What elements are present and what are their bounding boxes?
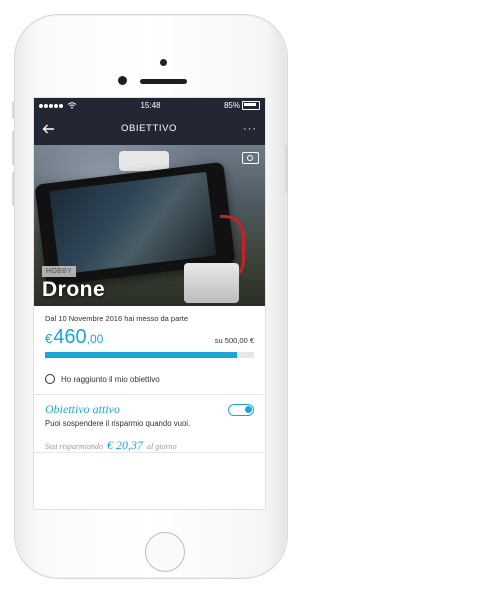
savings-progress-fill xyxy=(45,352,238,358)
volume-down-button xyxy=(12,172,15,206)
goal-reached-radio[interactable] xyxy=(45,374,55,384)
home-button[interactable] xyxy=(145,532,185,572)
battery-icon xyxy=(241,100,260,110)
mute-switch xyxy=(12,101,15,119)
amount-decimals: ,00 xyxy=(86,332,104,346)
status-bar: 15:48 85% xyxy=(34,98,265,112)
savings-progress-bar xyxy=(45,352,254,358)
active-goal-title: Obiettivo attivo xyxy=(45,402,120,416)
daily-saving-suffix: al giorno xyxy=(147,442,177,451)
nav-bar: OBIETTIVO ··· xyxy=(34,112,265,145)
active-goal-description: Puoi sospendere il risparmio quando vuoi… xyxy=(45,419,191,428)
page-title: OBIETTIVO xyxy=(120,123,178,134)
signal-dots-icon xyxy=(39,101,64,110)
savings-summary: Dal 10 Novembre 2016 hai messo da parte … xyxy=(34,306,265,364)
status-time: 15:48 xyxy=(140,100,161,110)
wifi-icon xyxy=(67,101,77,109)
active-goal-toggle[interactable] xyxy=(228,404,254,416)
volume-up-button xyxy=(12,131,15,165)
back-arrow-icon[interactable] xyxy=(42,122,55,136)
daily-saving-prefix: Stai risparmiando xyxy=(45,442,104,451)
section-divider xyxy=(34,452,265,453)
saved-since-text: Dal 10 Novembre 2016 hai messo da parte xyxy=(45,314,188,323)
more-icon[interactable]: ··· xyxy=(243,123,257,135)
goal-hero-image: HOBBY Drone xyxy=(34,145,265,306)
amount-integer: 460 xyxy=(53,326,87,348)
daily-saving-text: Stai risparmiando € 20,37 al giorno xyxy=(45,438,254,453)
earpiece-speaker xyxy=(140,79,187,84)
front-sensor xyxy=(160,59,167,66)
goal-reached-option[interactable]: Ho raggiunto il mio obiettivo xyxy=(34,364,265,395)
controller-body xyxy=(119,151,169,171)
category-badge: HOBBY xyxy=(42,266,77,277)
power-button xyxy=(285,145,288,193)
daily-saving-value: € 20,37 xyxy=(107,438,144,452)
goal-reached-label: Ho raggiunto il mio obiettivo xyxy=(61,374,160,384)
goal-title: Drone xyxy=(42,278,106,301)
app-screen: 15:48 85% OBIETTIVO ··· HOBBY Drone Dal … xyxy=(33,97,266,510)
front-camera xyxy=(118,76,127,85)
goal-amount: su 500,00 € xyxy=(214,336,254,345)
battery-percent: 85% xyxy=(223,100,240,110)
saved-amount: €460,00 xyxy=(45,326,103,349)
active-goal-section: Obiettivo attivo Puoi sospendere il risp… xyxy=(34,395,265,460)
currency-symbol: € xyxy=(45,331,53,346)
toggle-knob xyxy=(245,406,252,413)
camera-icon[interactable] xyxy=(242,152,259,164)
